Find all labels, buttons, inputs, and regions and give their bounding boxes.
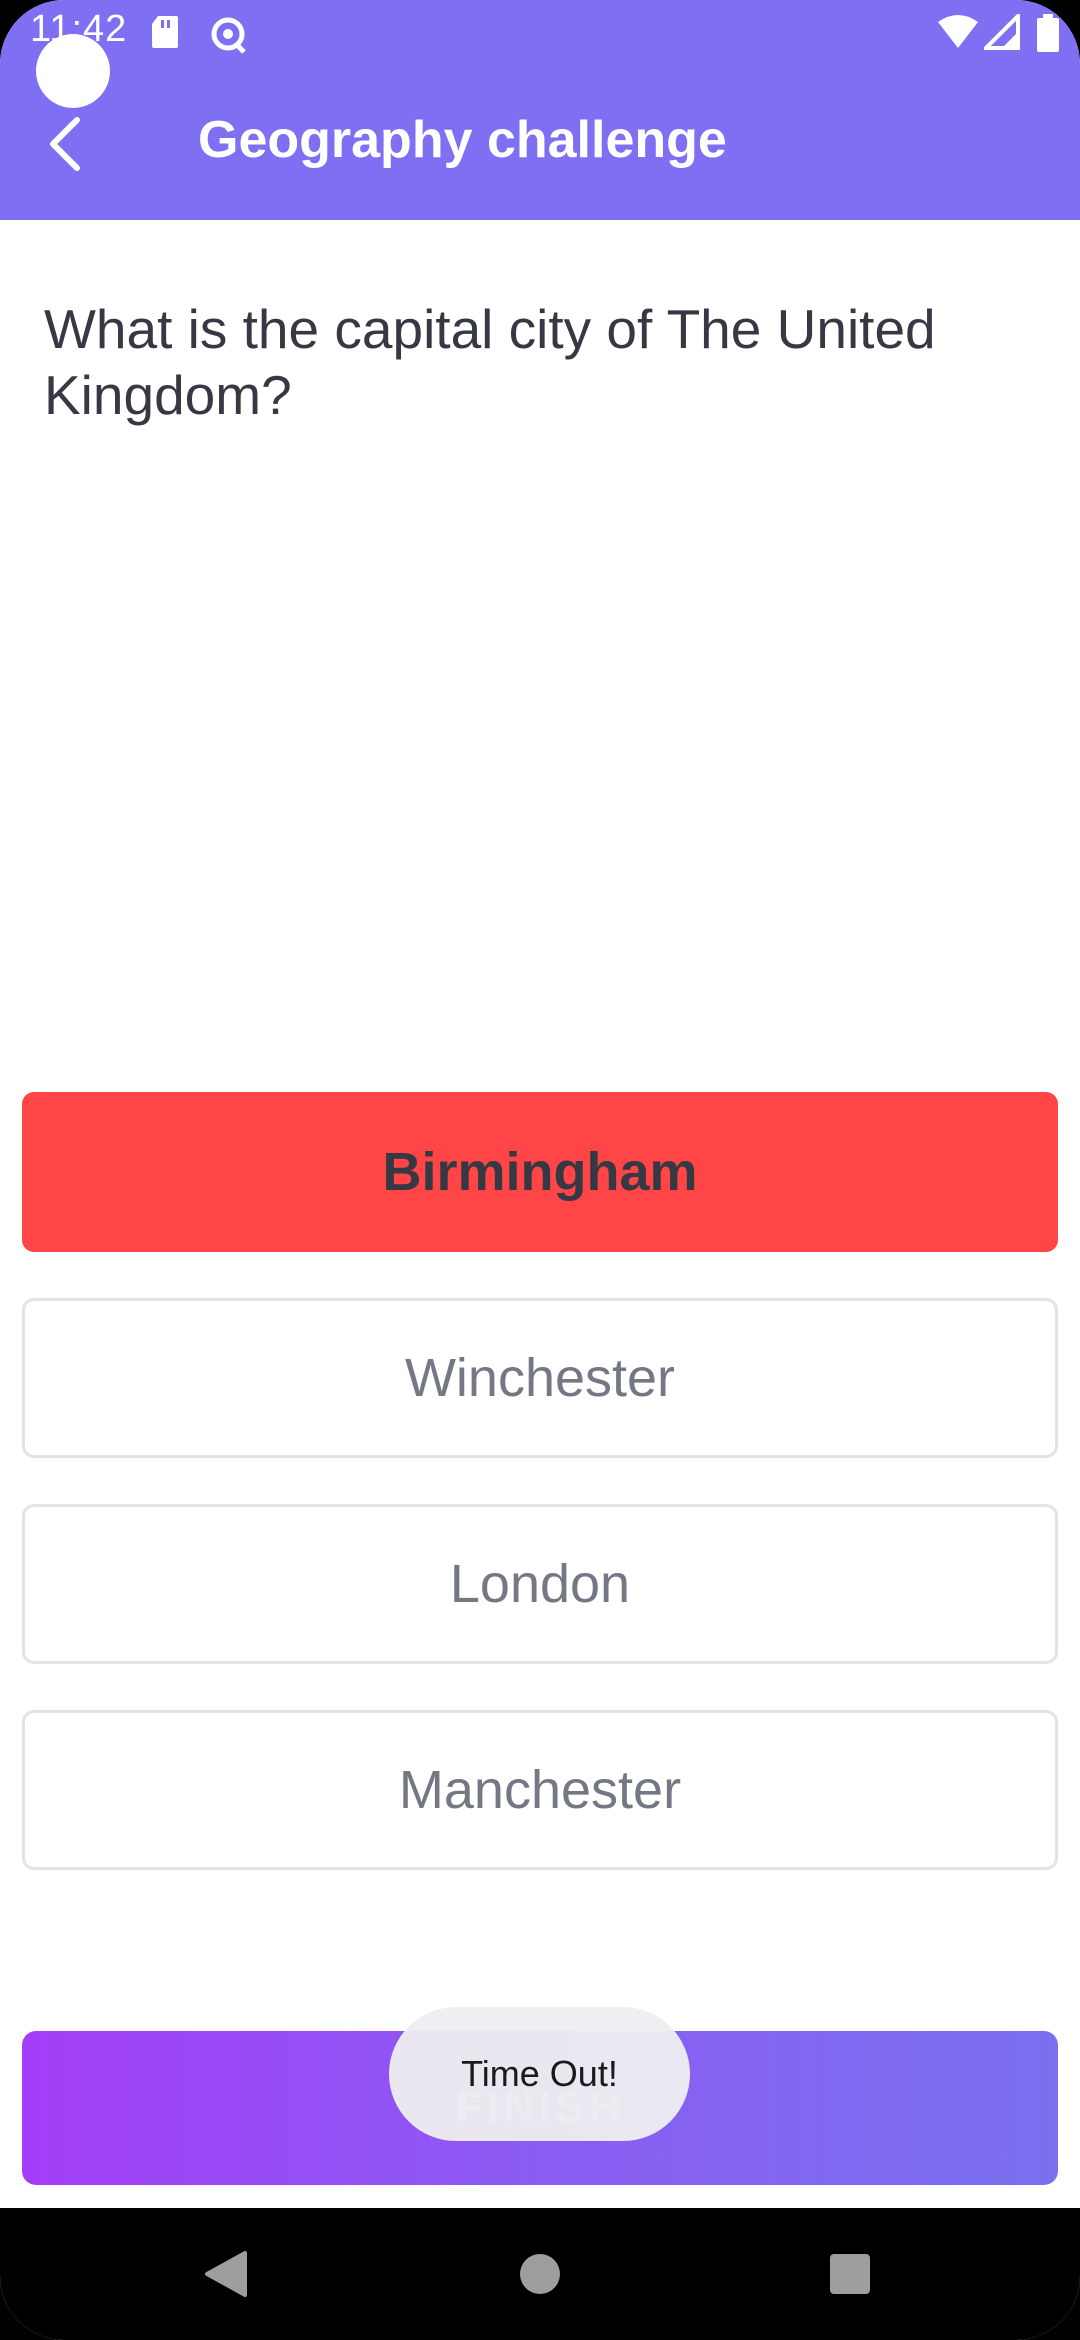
sync-icon [208, 14, 248, 59]
chevron-left-icon [50, 117, 80, 171]
sd-card-icon [150, 14, 180, 55]
nav-home-button[interactable] [510, 2244, 570, 2304]
wifi-icon [936, 14, 980, 55]
nav-recents-button[interactable] [820, 2244, 880, 2304]
answer-option[interactable]: Winchester [22, 1298, 1058, 1458]
nav-back-button[interactable] [196, 2244, 256, 2304]
answer-option[interactable]: London [22, 1504, 1058, 1664]
quiz-screen: 11:42 Geography challenge What is the ca… [0, 0, 1080, 2340]
floating-overlay-dot [36, 34, 110, 108]
answer-option[interactable]: Manchester [22, 1710, 1058, 1870]
back-button[interactable] [30, 106, 100, 182]
answer-option[interactable]: Birmingham [22, 1092, 1058, 1252]
battery-icon [1036, 14, 1060, 57]
back-triangle-icon [205, 2251, 247, 2297]
page-title: Geography challenge [198, 111, 727, 169]
recents-square-icon [830, 2254, 870, 2294]
home-circle-icon [520, 2254, 560, 2294]
app-bar: 11:42 Geography challenge [0, 0, 1080, 220]
question-text: What is the capital city of The United K… [44, 298, 936, 426]
toast-message: Time Out! [389, 2007, 690, 2141]
signal-icon [981, 11, 1020, 55]
